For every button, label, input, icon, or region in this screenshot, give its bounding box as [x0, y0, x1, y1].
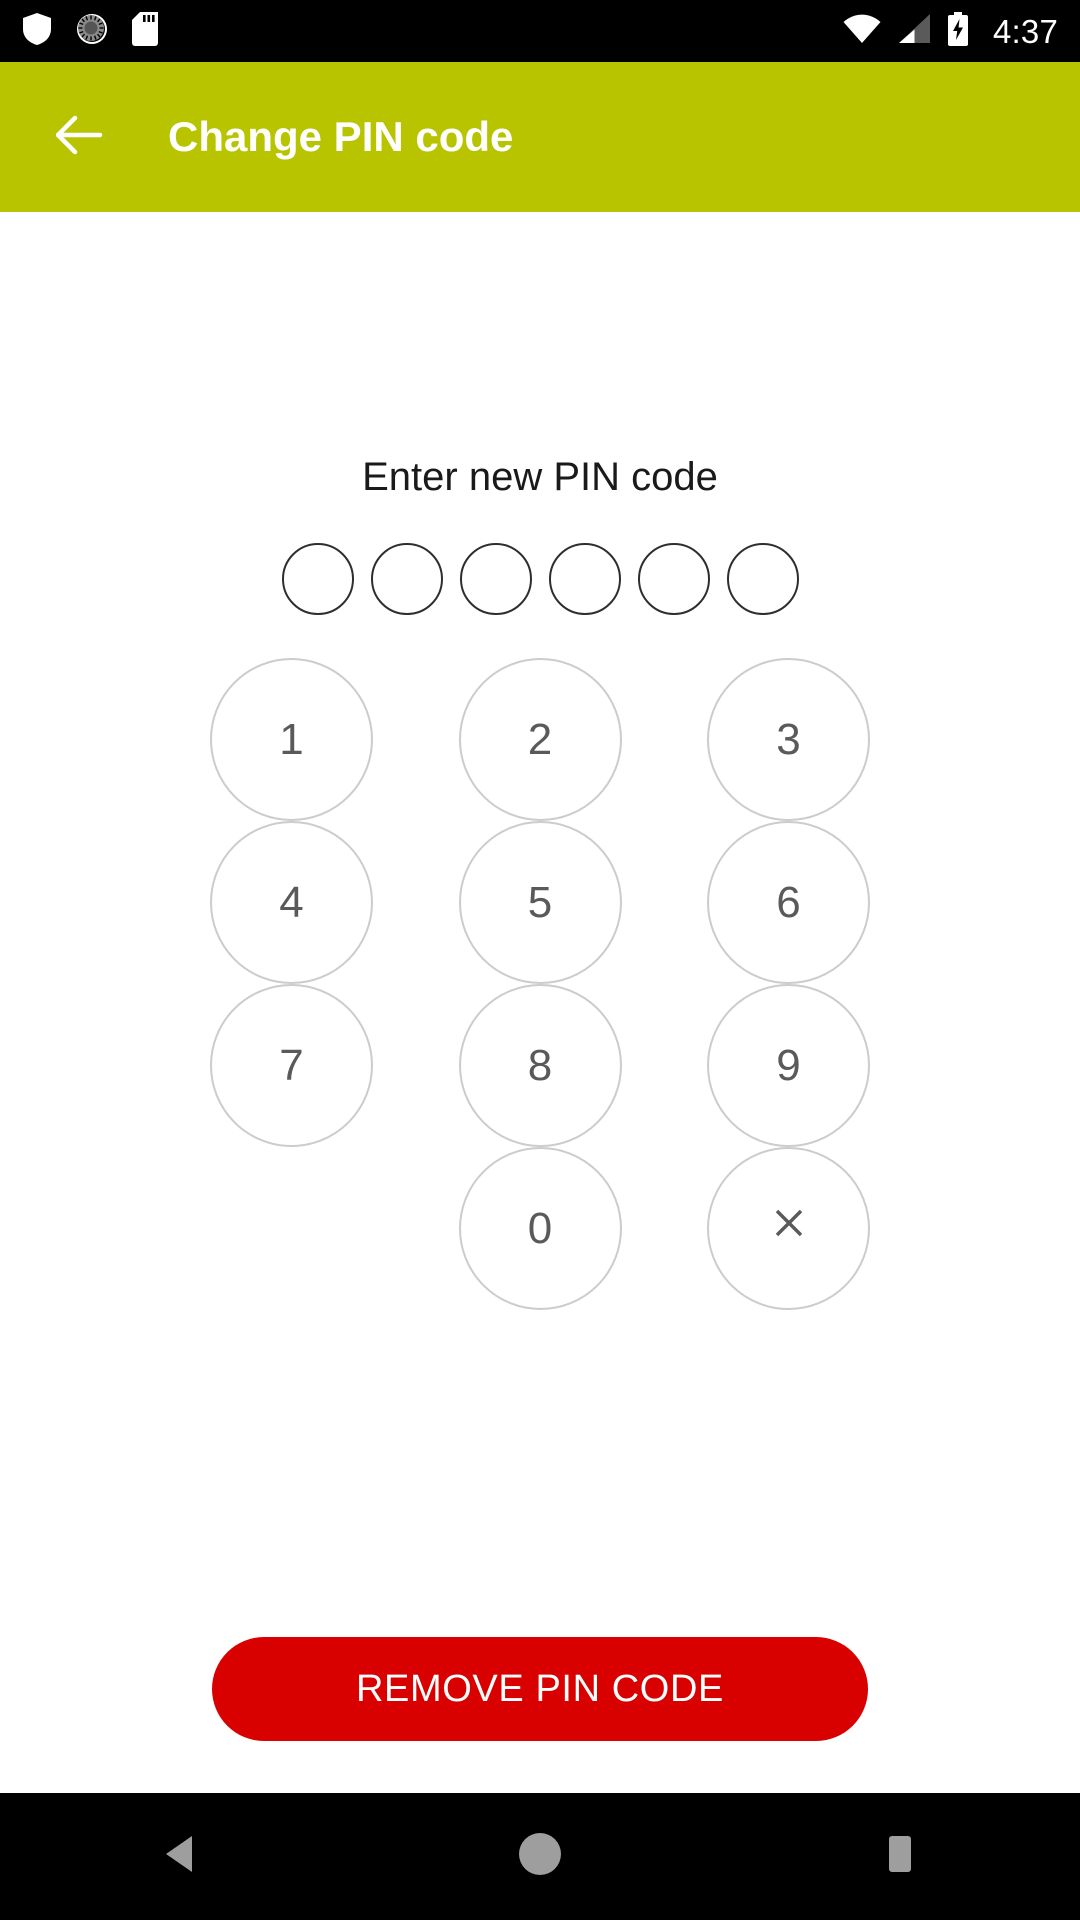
keypad-digit-1[interactable]: 1	[210, 658, 373, 821]
close-x-icon	[766, 1200, 812, 1257]
cellular-signal-icon	[897, 13, 931, 49]
keypad-digit-0[interactable]: 0	[458, 1147, 622, 1310]
keypad-slot: 5	[458, 821, 622, 984]
phone-screen: 4:37 Change PIN code Enter new PIN code …	[0, 0, 1080, 1920]
main-content: Enter new PIN code 1234567890 REMOVE PIN…	[0, 212, 1080, 1793]
pin-prompt-label: Enter new PIN code	[362, 455, 718, 499]
nav-recents-button[interactable]	[840, 1797, 960, 1917]
keypad-row: 123	[210, 658, 870, 821]
pin-dot	[281, 543, 354, 615]
status-bar-right-icons: 4:37	[843, 11, 1058, 51]
shield-icon	[22, 12, 52, 51]
back-button[interactable]	[52, 109, 108, 165]
pin-dot	[459, 543, 532, 615]
battery-charging-icon	[947, 11, 969, 51]
app-bar: Change PIN code	[0, 62, 1080, 212]
keypad-digit-6[interactable]: 6	[707, 821, 870, 984]
keypad-slot: 9	[707, 984, 870, 1147]
page-title: Change PIN code	[168, 113, 514, 160]
keypad-row: 456	[210, 821, 870, 984]
pin-dot	[548, 543, 621, 615]
keypad-slot: 8	[458, 984, 622, 1147]
keypad-digit-7[interactable]: 7	[210, 984, 373, 1147]
pin-keypad: 1234567890	[210, 658, 870, 1310]
keypad-digit-9[interactable]: 9	[707, 984, 870, 1147]
keypad-digit-4[interactable]: 4	[210, 821, 373, 984]
status-bar-left-icons	[22, 11, 158, 51]
keypad-digit-8[interactable]: 8	[458, 984, 622, 1147]
circle-home-icon	[514, 1828, 566, 1885]
keypad-digit-2[interactable]: 2	[458, 658, 622, 821]
keypad-slot: 4	[210, 821, 373, 984]
wifi-icon	[843, 14, 881, 49]
square-recents-icon	[882, 1832, 918, 1881]
keypad-slot: 1	[210, 658, 373, 821]
keypad-clear-button[interactable]	[707, 1147, 870, 1310]
status-bar-clock: 4:37	[992, 12, 1058, 50]
keypad-slot	[707, 1147, 870, 1310]
nav-home-button[interactable]	[480, 1797, 600, 1917]
keypad-digit-5[interactable]: 5	[458, 821, 622, 984]
triangle-back-icon	[160, 1832, 200, 1881]
pin-dot	[370, 543, 443, 615]
keypad-slot: 7	[210, 984, 373, 1147]
android-navigation-bar	[0, 1793, 1080, 1920]
nav-back-button[interactable]	[120, 1797, 240, 1917]
keypad-slot	[210, 1147, 373, 1310]
pin-dot	[637, 543, 710, 615]
remove-pin-code-button[interactable]: REMOVE PIN CODE	[212, 1637, 868, 1741]
keypad-row: 789	[210, 984, 870, 1147]
keypad-slot: 6	[707, 821, 870, 984]
remove-pin-button-container: REMOVE PIN CODE	[0, 1637, 1080, 1741]
pin-dot	[726, 543, 799, 615]
keypad-digit-3[interactable]: 3	[707, 658, 870, 821]
arrow-left-icon	[55, 115, 104, 160]
keypad-slot: 0	[458, 1147, 622, 1310]
sync-progress-icon	[76, 13, 108, 50]
keypad-slot: 2	[458, 658, 622, 821]
pin-indicator-row	[281, 543, 799, 615]
sd-card-icon	[132, 11, 158, 51]
keypad-empty-slot	[210, 1147, 373, 1310]
status-bar: 4:37	[0, 0, 1080, 62]
keypad-row: 0	[210, 1147, 870, 1310]
keypad-slot: 3	[707, 658, 870, 821]
